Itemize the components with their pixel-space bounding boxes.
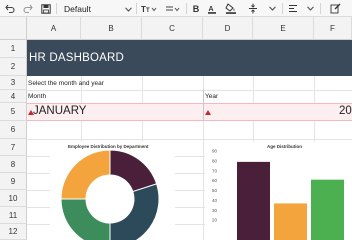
bar-3[interactable] xyxy=(311,179,344,240)
donut-slice-3[interactable] xyxy=(60,198,111,240)
chevron-down-icon[interactable] xyxy=(304,0,316,17)
font-select[interactable]: Default xyxy=(62,2,134,15)
toolbar: Default TT B A xyxy=(0,0,352,17)
year-label: Year xyxy=(205,93,219,100)
svg-text:A: A xyxy=(209,6,214,13)
donut-chart xyxy=(60,149,160,240)
y-tick-label: 50 xyxy=(212,188,218,193)
y-tick-label: 30 xyxy=(212,208,218,213)
more-format-icon[interactable] xyxy=(164,0,182,17)
validation-marker-icon xyxy=(205,110,211,115)
y-tick-label: 40 xyxy=(212,198,218,203)
y-tick-label: 80 xyxy=(212,158,218,163)
row-header-8[interactable]: 8 xyxy=(0,156,27,173)
month-value[interactable]: JANUARY xyxy=(33,105,86,117)
chevron-down-icon xyxy=(125,4,132,14)
row-header-11[interactable]: 11 xyxy=(0,207,27,224)
chevron-down-icon[interactable] xyxy=(266,0,278,17)
row-header-7[interactable]: 7 xyxy=(0,139,27,156)
column-header-f[interactable]: F xyxy=(314,17,352,40)
age-chart[interactable]: Age Distribution 90 80 70 60 50 40 30 20 xyxy=(205,142,352,240)
row-header-3[interactable]: 3 xyxy=(0,76,27,90)
bold-button[interactable]: B xyxy=(190,0,202,17)
department-chart[interactable]: Employee Distribution by Department xyxy=(50,142,175,240)
page-title: HR DASHBOARD xyxy=(29,52,125,64)
edit-icon[interactable] xyxy=(328,0,342,17)
redo-icon[interactable] xyxy=(22,0,34,17)
bar-1[interactable] xyxy=(237,161,270,240)
align-icon[interactable] xyxy=(286,0,300,17)
donut-slice-1[interactable] xyxy=(109,149,158,193)
save-icon[interactable] xyxy=(40,0,52,17)
column-header-b[interactable]: B xyxy=(81,17,142,40)
y-tick-label: 70 xyxy=(212,168,218,173)
row-header-1[interactable]: 1 xyxy=(0,40,27,58)
row-header-9[interactable]: 9 xyxy=(0,173,27,190)
month-label: Month xyxy=(28,93,47,100)
column-header-d[interactable]: D xyxy=(203,17,253,40)
row-header-12[interactable]: 12 xyxy=(0,224,27,240)
row-header-2[interactable]: 2 xyxy=(0,58,27,76)
row-header-10[interactable]: 10 xyxy=(0,190,27,207)
vertical-align-icon[interactable] xyxy=(246,0,260,17)
y-tick-label: 20 xyxy=(212,218,218,223)
fill-color-icon[interactable] xyxy=(224,0,238,17)
donut-slice-2[interactable] xyxy=(109,183,160,240)
donut-slice-4[interactable] xyxy=(60,149,111,200)
column-header-a[interactable]: A xyxy=(27,17,81,40)
year-cell[interactable] xyxy=(204,103,352,121)
dashboard-banner[interactable]: HR DASHBOARD xyxy=(27,40,352,76)
select-all-corner[interactable] xyxy=(0,17,27,40)
font-size-icon[interactable]: TT xyxy=(140,0,158,17)
row-header-6[interactable]: 6 xyxy=(0,121,27,139)
instruction-text: Select the month and year xyxy=(28,80,104,87)
year-value[interactable]: 20 xyxy=(339,105,352,117)
svg-text:T: T xyxy=(146,8,150,14)
column-header-c[interactable]: C xyxy=(142,17,203,40)
font-select-value: Default xyxy=(64,3,91,14)
y-tick-label: 60 xyxy=(212,178,218,183)
y-tick-label: 90 xyxy=(212,149,218,154)
bar-chart: 90 80 70 60 50 40 30 20 xyxy=(212,149,344,240)
text-color-icon[interactable]: A xyxy=(206,0,218,17)
bar-2[interactable] xyxy=(274,203,307,240)
undo-icon[interactable] xyxy=(4,0,16,17)
row-header-5[interactable]: 5 xyxy=(0,103,27,121)
row-header-4[interactable]: 4 xyxy=(0,90,27,103)
column-header-e[interactable]: E xyxy=(253,17,314,40)
